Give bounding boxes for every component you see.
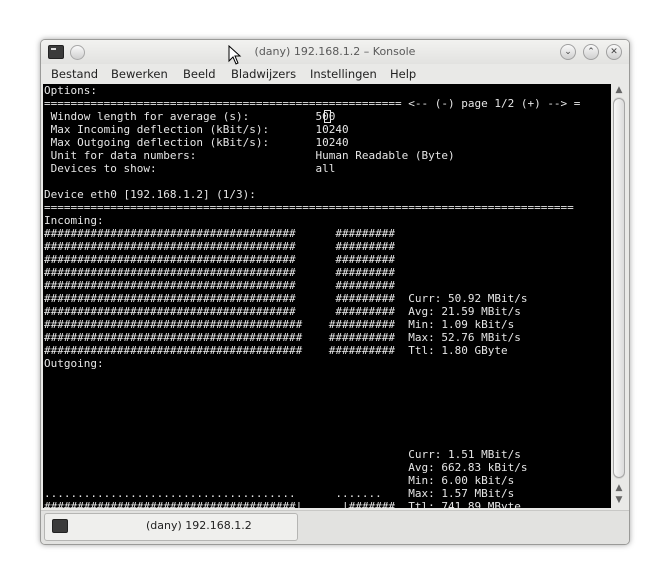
konsole-window: (dany) 192.168.1.2 – Konsole ⌄ ⌃ ✕ Besta… [40, 39, 630, 545]
terminal-output[interactable]: Options: ===============================… [43, 84, 611, 508]
window-title: (dany) 192.168.1.2 – Konsole [254, 45, 416, 58]
terminal-icon [52, 519, 68, 533]
menu-help[interactable]: Help [390, 67, 416, 81]
menu-bar: Bestand Bewerken Beeld Bladwijzers Inste… [41, 64, 629, 84]
close-icon[interactable]: ✕ [606, 44, 622, 60]
scrollbar[interactable]: ▲ ▲ ▼ [611, 84, 627, 508]
menu-bestand[interactable]: Bestand [51, 67, 98, 81]
arrow-up-icon[interactable]: ▲ [611, 84, 627, 96]
arrow-up-icon[interactable]: ▲ [611, 482, 627, 494]
menu-instellingen[interactable]: Instellingen [310, 67, 377, 81]
title-bar[interactable]: (dany) 192.168.1.2 – Konsole ⌄ ⌃ ✕ [41, 40, 629, 64]
mouse-pointer-icon [228, 45, 242, 65]
scrollbar-track[interactable] [613, 97, 625, 479]
text-cursor [324, 110, 331, 123]
tab-label: (dany) 192.168.1.2 [146, 519, 252, 532]
menu-beeld[interactable]: Beeld [183, 67, 216, 81]
menu-bladwijzers[interactable]: Bladwijzers [231, 67, 296, 81]
terminal-text: Options: ===============================… [44, 84, 581, 508]
scrollbar-thumb[interactable] [613, 98, 625, 478]
tab-session[interactable]: (dany) 192.168.1.2 [44, 513, 298, 541]
maximize-icon[interactable]: ⌃ [583, 44, 599, 60]
tab-bar: (dany) 192.168.1.2 [41, 510, 629, 544]
menu-bewerken[interactable]: Bewerken [111, 67, 168, 81]
minimize-icon[interactable]: ⌄ [560, 44, 576, 60]
arrow-down-icon[interactable]: ▼ [611, 494, 627, 506]
